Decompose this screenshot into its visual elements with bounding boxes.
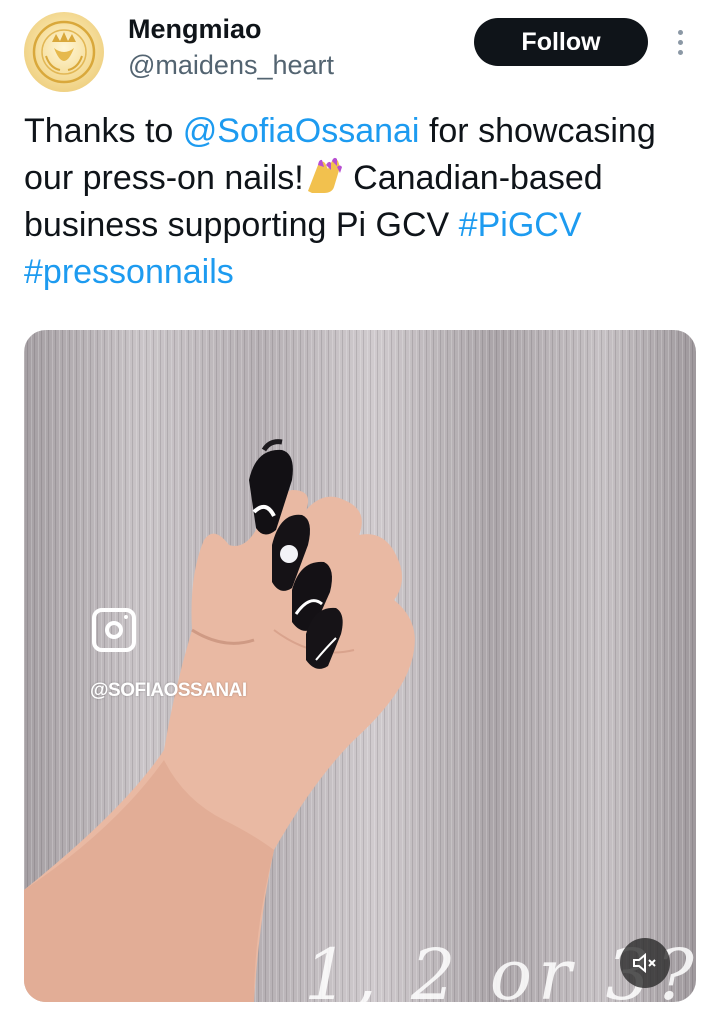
tweet-text-part: Thanks to [24,112,183,150]
hashtag-link[interactable]: #PiGCV [459,206,582,244]
video-player[interactable]: @SOFIAOSSANAI 1, 2 or 3? [24,330,696,1002]
tweet-text: Thanks to @SofiaOssanai for showcasing o… [24,108,696,296]
watermark-handle: @SOFIAOSSANAI [90,680,247,701]
crest-logo-icon [32,20,96,84]
nail-polish-emoji-icon [307,157,342,193]
follow-button[interactable]: Follow [474,18,648,66]
mention-link[interactable]: @SofiaOssanai [183,112,420,150]
hashtag-link[interactable]: #pressonnails [24,253,234,291]
avatar[interactable] [24,12,104,92]
instagram-icon [92,608,136,652]
user-handle[interactable]: @maidens_heart [128,48,334,82]
more-vertical-icon[interactable] [668,24,692,60]
muted-speaker-icon[interactable] [620,938,670,988]
hand-with-nails-image [24,439,415,1002]
display-name[interactable]: Mengmiao [128,12,262,46]
